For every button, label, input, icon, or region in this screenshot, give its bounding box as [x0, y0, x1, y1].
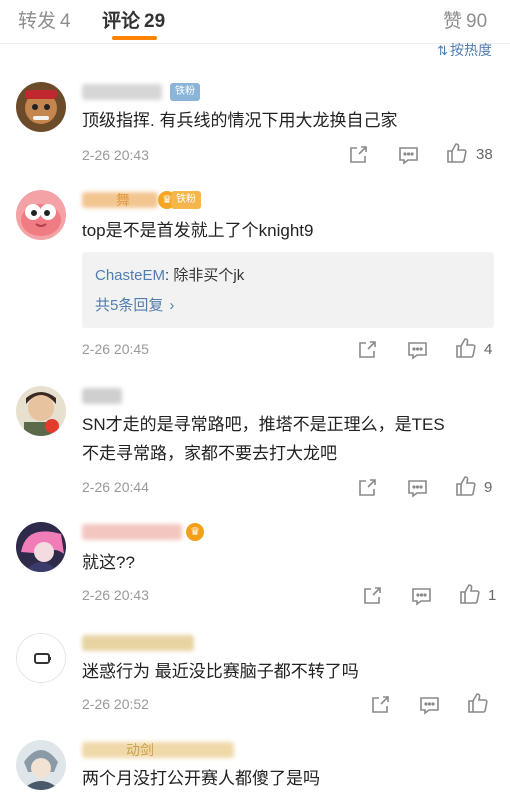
- share-icon[interactable]: [370, 695, 390, 715]
- like-icon[interactable]: [467, 692, 489, 714]
- comment-icon[interactable]: [407, 341, 428, 360]
- like-count: 4: [484, 341, 493, 358]
- username[interactable]: [82, 524, 182, 540]
- comment-icon[interactable]: [407, 479, 428, 498]
- avatar[interactable]: [16, 386, 66, 436]
- username-fragment: 舞: [116, 192, 130, 208]
- view-replies-link[interactable]: 共5条回复 ›: [95, 294, 174, 315]
- tab-likes[interactable]: 赞 90: [443, 6, 487, 33]
- comment-icon[interactable]: [419, 696, 440, 715]
- share-icon[interactable]: [362, 586, 382, 606]
- like-icon[interactable]: [455, 475, 477, 497]
- comment-text: 两个月没打公开赛人都傻了是吗: [82, 769, 320, 788]
- sort-by-popularity-button[interactable]: ⇅ 按热度: [437, 40, 492, 60]
- avatar[interactable]: [16, 82, 66, 132]
- like-icon[interactable]: [446, 142, 468, 164]
- fan-badge: 铁粉: [171, 191, 201, 209]
- tab-comments[interactable]: 评论 29: [102, 6, 165, 33]
- comment-time: 2-26 20:44: [82, 479, 149, 495]
- like-count: 9: [484, 479, 493, 496]
- comment-time: 2-26 20:43: [82, 587, 149, 603]
- avatar[interactable]: [16, 522, 66, 572]
- sort-icon: ⇅: [437, 43, 448, 58]
- comment-text: 就这??: [82, 553, 135, 572]
- reply-preview[interactable]: ChasteEM: 除非买个jk 共5条回复 ›: [82, 252, 494, 328]
- comment-icon[interactable]: [411, 587, 432, 606]
- avatar[interactable]: [16, 633, 66, 683]
- fan-badge: 铁粉: [170, 83, 200, 101]
- share-icon[interactable]: [357, 478, 377, 498]
- reply-username[interactable]: ChasteEM: [95, 267, 165, 284]
- comment-text: 顶级指挥. 有兵线的情况下用大龙换自己家: [82, 111, 398, 130]
- like-count: 1: [488, 587, 497, 604]
- username[interactable]: [82, 635, 194, 651]
- reply-line: ChasteEM: 除非买个jk: [95, 264, 244, 285]
- username[interactable]: [82, 388, 122, 404]
- share-icon[interactable]: [357, 340, 377, 360]
- comment-text: top是不是首发就上了个knight9: [82, 221, 314, 240]
- comment-text: SN才走的是寻常路吧，推塔不是正理么，是TES: [82, 415, 445, 434]
- username-fragment: 动剑: [126, 742, 154, 758]
- chevron-right-icon: ›: [169, 297, 175, 314]
- comment-text-line2: 不走寻常路，家都不要去打大龙吧: [82, 444, 337, 463]
- avatar[interactable]: [16, 740, 66, 790]
- tab-bar: 转发 4 评论 29 赞 90: [0, 0, 510, 44]
- comment-time: 2-26 20:45: [82, 341, 149, 357]
- active-tab-indicator: [112, 36, 157, 40]
- comment-time: 2-26 20:43: [82, 147, 149, 163]
- like-icon[interactable]: [459, 583, 481, 605]
- username[interactable]: [82, 742, 234, 758]
- like-count: 38: [476, 146, 493, 163]
- avatar[interactable]: [16, 190, 66, 240]
- share-icon[interactable]: [348, 145, 368, 165]
- comment-time: 2-26 20:52: [82, 696, 149, 712]
- comment-text: 迷惑行为 最近没比赛脑子都不转了吗: [82, 662, 359, 681]
- comment-icon[interactable]: [398, 146, 419, 165]
- crown-icon: ♛: [186, 523, 204, 541]
- like-icon[interactable]: [455, 337, 477, 359]
- reply-text: : 除非买个jk: [165, 267, 245, 284]
- username[interactable]: [82, 84, 162, 100]
- tab-reposts[interactable]: 转发 4: [18, 6, 71, 33]
